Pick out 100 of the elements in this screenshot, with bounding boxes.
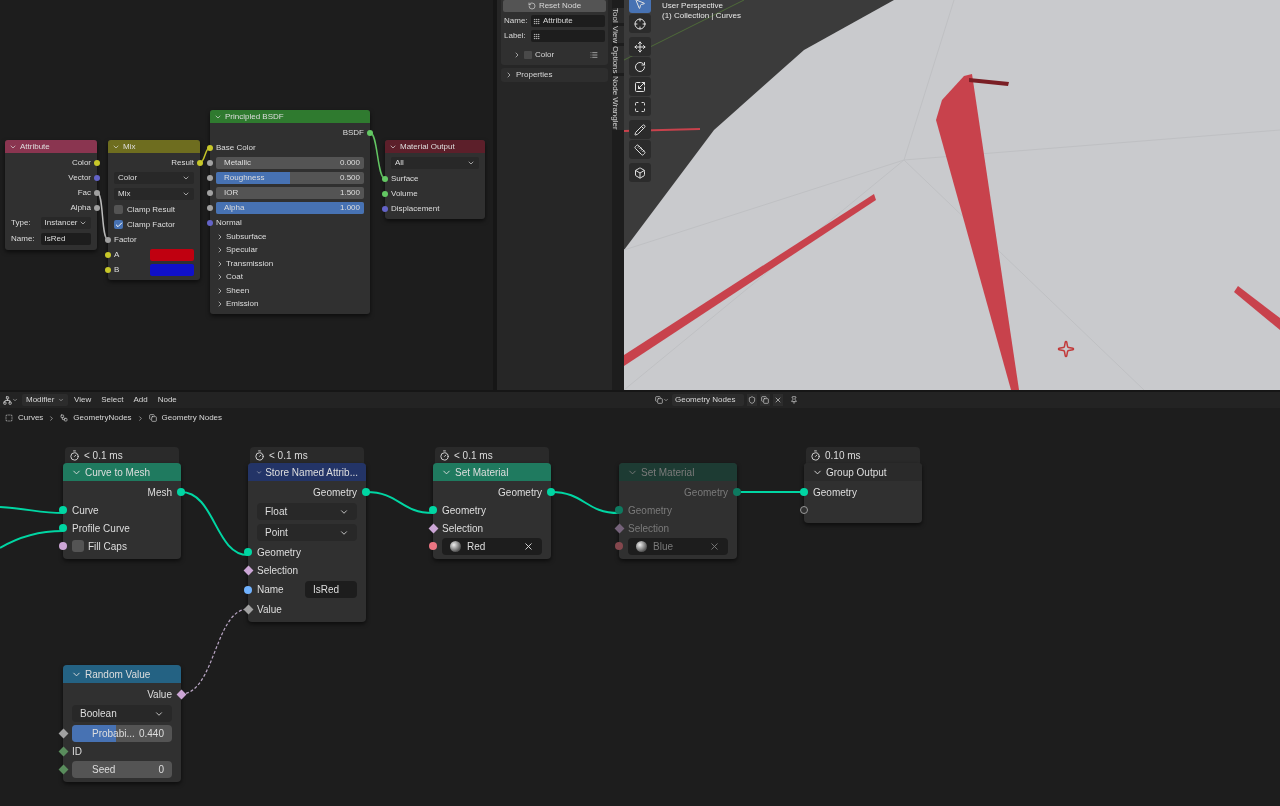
menu-item[interactable]: View xyxy=(70,394,96,406)
node-card[interactable]: Principled BSDF BSDF Base Color Metallic 0.000 Roughness 0.500 IOR 1.500 Alpha 1.000 Normal Subsurface Specular Transmission Coat Sheen Emission xyxy=(210,110,370,314)
output-socket[interactable] xyxy=(367,129,373,136)
panel-label[interactable]: Coat xyxy=(226,271,243,284)
input-socket[interactable] xyxy=(207,144,213,151)
sidebar-tab[interactable]: Options xyxy=(612,45,624,74)
node-header[interactable]: Set Material xyxy=(433,463,551,481)
input-socket[interactable] xyxy=(105,236,111,243)
panel-label[interactable]: Sheen xyxy=(226,284,250,297)
node-card[interactable]: Curve to Mesh Mesh Curve Profile Curve Fill Caps xyxy=(63,463,181,559)
input-socket[interactable] xyxy=(207,219,213,226)
node-header[interactable]: Curve to Mesh xyxy=(63,463,181,481)
text-field[interactable]: IsRed xyxy=(305,581,357,598)
node-header[interactable]: Principled BSDF xyxy=(210,110,370,123)
tool-button[interactable] xyxy=(629,14,651,33)
properties-panel[interactable]: Properties xyxy=(501,68,608,82)
node-card[interactable]: Store Named Attrib... Geometry Float Point Geometry Selection Name IsRed Value xyxy=(248,463,366,622)
node-card[interactable]: Group Output Geometry xyxy=(804,463,922,523)
sidebar-tab[interactable]: View xyxy=(612,25,624,43)
node-header[interactable]: Store Named Attrib... xyxy=(248,463,366,481)
input-socket[interactable] xyxy=(105,251,111,258)
color-swatch[interactable] xyxy=(150,248,194,261)
name-field[interactable]: Attribute xyxy=(531,15,605,27)
input-socket[interactable] xyxy=(614,523,624,533)
node-tree-browse-button[interactable] xyxy=(655,396,669,404)
sidebar-tab[interactable]: Node Wrangler xyxy=(612,76,624,131)
dropdown[interactable]: Mix xyxy=(114,188,194,200)
menu-item[interactable]: Add xyxy=(129,394,152,406)
input-socket[interactable] xyxy=(244,548,252,556)
slider[interactable]: Roughness 0.500 xyxy=(216,171,364,184)
panel-label[interactable]: Specular xyxy=(226,244,258,257)
panel-label[interactable]: Emission xyxy=(226,298,259,311)
node-card[interactable]: Set Material Geometry Geometry Selection Blue xyxy=(619,463,737,559)
checkbox[interactable] xyxy=(114,220,123,229)
input-socket[interactable] xyxy=(105,266,111,273)
number-field[interactable]: IOR 1.500 xyxy=(216,186,364,199)
breadcrumb-item[interactable]: GeometryNodes xyxy=(73,412,132,424)
input-socket[interactable] xyxy=(207,159,213,166)
breadcrumb-item[interactable]: Curves xyxy=(18,412,44,424)
sidebar-tab[interactable]: Tool xyxy=(612,8,624,23)
tool-button[interactable] xyxy=(629,37,651,56)
duplicate-button[interactable] xyxy=(760,394,770,406)
input-socket[interactable] xyxy=(207,204,213,211)
input-socket[interactable] xyxy=(59,506,67,514)
node-header[interactable]: Random Value xyxy=(63,665,181,683)
dropdown[interactable]: Boolean xyxy=(72,705,172,722)
input-socket[interactable] xyxy=(59,542,67,550)
output-socket[interactable] xyxy=(177,488,185,496)
tool-button[interactable] xyxy=(629,140,651,159)
panel-label[interactable]: Transmission xyxy=(226,257,274,270)
color-swatch[interactable] xyxy=(150,263,194,276)
input-socket[interactable] xyxy=(382,205,388,212)
label-field[interactable] xyxy=(531,30,605,42)
menu-item[interactable]: Select xyxy=(97,394,128,406)
number-field[interactable]: Metallic 0.000 xyxy=(216,156,364,169)
editor-type-button[interactable] xyxy=(1,395,20,405)
output-socket[interactable] xyxy=(547,488,555,496)
input-socket[interactable] xyxy=(207,174,213,181)
dropdown[interactable]: Point xyxy=(257,524,357,541)
input-socket[interactable] xyxy=(58,764,68,774)
output-socket[interactable] xyxy=(94,204,100,211)
input-socket[interactable] xyxy=(244,585,252,594)
tool-button[interactable] xyxy=(629,57,651,76)
input-socket[interactable] xyxy=(58,746,68,756)
tool-button[interactable] xyxy=(629,97,651,116)
node-group-field[interactable]: Geometry Nodes xyxy=(672,394,744,406)
checkbox[interactable] xyxy=(72,540,84,552)
input-socket[interactable] xyxy=(382,190,388,197)
node-header[interactable]: Attribute xyxy=(5,140,97,153)
tool-button[interactable] xyxy=(629,77,651,96)
node-card[interactable]: Attribute Color Vector Fac Alpha Type: Instancer Name: IsRed xyxy=(5,140,97,250)
unlink-button[interactable] xyxy=(773,394,783,406)
dropdown[interactable]: Float xyxy=(257,503,357,520)
material-field[interactable]: Red xyxy=(442,537,542,555)
input-socket[interactable] xyxy=(800,488,808,496)
input-socket[interactable] xyxy=(382,175,388,182)
menu-item[interactable]: Node xyxy=(153,394,181,406)
number-field[interactable]: Seed 0 xyxy=(72,760,172,778)
panel-label[interactable]: Subsurface xyxy=(226,230,267,243)
output-socket[interactable] xyxy=(94,159,100,166)
input-socket[interactable] xyxy=(207,189,213,196)
dropdown[interactable]: Color xyxy=(114,172,194,184)
node-header[interactable]: Material Output xyxy=(385,140,485,153)
input-socket[interactable] xyxy=(58,728,68,738)
output-socket[interactable] xyxy=(176,689,186,699)
checkbox[interactable] xyxy=(114,205,123,214)
text-field[interactable]: IsRed xyxy=(40,233,91,245)
input-socket[interactable] xyxy=(615,506,623,514)
input-socket[interactable] xyxy=(800,506,808,514)
fake-user-button[interactable] xyxy=(747,394,757,406)
node-header[interactable]: Mix xyxy=(108,140,200,153)
breadcrumb-item[interactable]: Geometry Nodes xyxy=(161,412,223,424)
input-socket[interactable] xyxy=(59,524,67,532)
input-socket[interactable] xyxy=(243,604,253,614)
checkbox[interactable] xyxy=(524,51,532,59)
input-socket[interactable] xyxy=(428,523,438,533)
node-card[interactable]: Mix Result Color Mix Clamp Result Clamp Factor Factor A B xyxy=(108,140,200,280)
tool-button[interactable] xyxy=(629,120,651,139)
input-socket[interactable] xyxy=(615,542,623,550)
mode-dropdown[interactable]: Modifier xyxy=(22,394,68,406)
